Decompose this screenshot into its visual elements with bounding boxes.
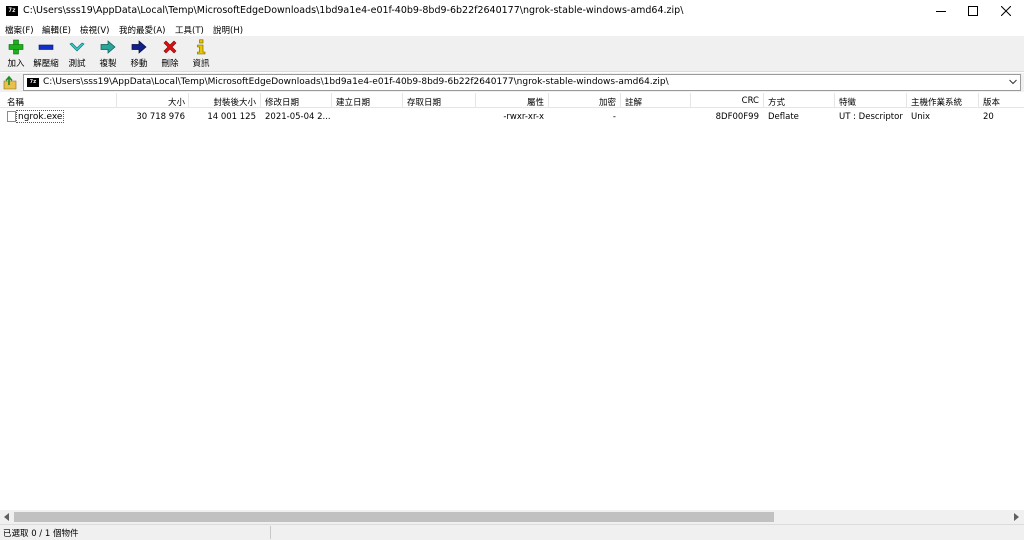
file-characteristics: UT : Descriptor [839,112,903,122]
up-folder-button[interactable] [3,75,19,90]
file-packed-size: 14 001 125 [207,112,256,122]
column-attributes[interactable]: 屬性 [480,96,544,108]
table-row[interactable]: ngrok.exe 30 718 976 14 001 125 2021-05-… [0,109,1024,124]
address-bar: 7z C:\Users\sss19\AppData\Local\Temp\Mic… [0,73,1024,92]
address-path: C:\Users\sss19\AppData\Local\Temp\Micros… [43,77,669,87]
column-divider [834,93,835,108]
file-size: 30 718 976 [136,112,185,122]
column-divider [620,93,621,108]
folder-up-icon [3,75,17,90]
selection-status: 已選取 0 / 1 個物件 [3,529,79,539]
column-created[interactable]: 建立日期 [336,96,370,108]
copy-arrow-icon [100,40,116,54]
column-crc[interactable]: CRC [695,96,759,106]
column-encrypted[interactable]: 加密 [552,96,616,108]
column-divider [548,93,549,108]
add-button[interactable]: 加入 [2,38,30,70]
file-host-os: Unix [911,112,931,122]
window-title: C:\Users\sss19\AppData\Local\Temp\Micros… [23,5,684,16]
archive-icon: 7z [27,78,39,87]
column-divider [331,93,332,108]
horizontal-scrollbar[interactable] [0,510,1024,524]
add-label: 加入 [7,59,25,69]
list-header: 名稱 大小 封裝後大小 修改日期 建立日期 存取日期 屬性 加密 註解 CRC … [0,93,1024,108]
column-comment[interactable]: 註解 [625,96,642,108]
maximize-icon [968,6,978,16]
column-divider [260,93,261,108]
column-packed-size[interactable]: 封裝後大小 [192,96,256,108]
menu-bar: 檔案(F) 編輯(E) 檢視(V) 我的最愛(A) 工具(T) 說明(H) [0,22,1024,36]
move-label: 移動 [130,59,148,69]
file-method: Deflate [768,112,799,122]
column-name[interactable]: 名稱 [7,96,24,108]
maximize-button[interactable] [957,0,989,22]
delete-button[interactable]: 刪除 [156,38,184,70]
delete-x-icon [163,40,177,54]
file-icon [7,111,16,122]
file-encrypted: - [612,112,616,122]
column-size[interactable]: 大小 [120,96,185,108]
column-characteristics[interactable]: 特徵 [839,96,856,108]
minimize-button[interactable] [925,0,957,22]
checkmark-icon [69,42,85,52]
minus-icon [38,44,54,50]
archive-window: 7z C:\Users\sss19\AppData\Local\Temp\Mic… [0,0,1024,540]
file-version: 20 [983,112,994,122]
address-input[interactable]: 7z C:\Users\sss19\AppData\Local\Temp\Mic… [23,74,1021,91]
file-name[interactable]: ngrok.exe [16,110,65,123]
file-list[interactable]: 名稱 大小 封裝後大小 修改日期 建立日期 存取日期 屬性 加密 註解 CRC … [0,93,1024,510]
menu-file[interactable]: 檔案(F) [5,24,34,36]
scroll-right-icon[interactable] [1013,513,1019,521]
column-host-os[interactable]: 主機作業系統 [911,96,962,108]
column-modified[interactable]: 修改日期 [265,96,299,108]
column-accessed[interactable]: 存取日期 [407,96,441,108]
menu-view[interactable]: 檢視(V) [80,24,109,36]
close-button[interactable] [990,0,1022,22]
column-divider [690,93,691,108]
plus-icon [8,39,24,55]
info-button[interactable]: 資訊 [187,38,215,70]
file-attributes: -rwxr-xr-x [503,112,544,122]
move-arrow-icon [131,40,147,54]
scrollbar-thumb[interactable] [14,512,774,522]
menu-help[interactable]: 說明(H) [213,24,243,36]
column-divider [906,93,907,108]
info-icon [197,39,206,55]
file-crc: 8DF00F99 [715,112,759,122]
close-icon [1001,6,1011,16]
column-divider [978,93,979,108]
menu-tools[interactable]: 工具(T) [175,24,204,36]
test-label: 測試 [68,59,86,69]
menu-edit[interactable]: 編輯(E) [42,24,71,36]
column-divider [402,93,403,108]
extract-label: 解壓縮 [33,59,59,69]
column-divider [188,93,189,108]
delete-label: 刪除 [161,59,179,69]
copy-button[interactable]: 複製 [94,38,122,70]
status-divider [270,526,271,539]
column-divider [763,93,764,108]
extract-button[interactable]: 解壓縮 [32,38,60,70]
chevron-down-icon[interactable] [1009,79,1017,85]
scroll-left-icon[interactable] [4,513,10,521]
menu-favorites[interactable]: 我的最愛(A) [119,24,165,36]
column-divider [475,93,476,108]
copy-label: 複製 [99,59,117,69]
title-bar: 7z C:\Users\sss19\AppData\Local\Temp\Mic… [0,0,1024,22]
file-modified: 2021-05-04 2... [265,112,331,122]
info-label: 資訊 [192,59,210,69]
app-icon: 7z [6,6,18,16]
test-button[interactable]: 測試 [63,38,91,70]
column-version[interactable]: 版本 [983,96,1000,108]
column-method[interactable]: 方式 [768,96,785,108]
minimize-icon [936,11,946,12]
toolbar: 加入 解壓縮 測試 複製 移動 刪除 資訊 [0,36,1024,72]
move-button[interactable]: 移動 [125,38,153,70]
status-bar: 已選取 0 / 1 個物件 [0,524,1024,540]
column-divider [116,93,117,108]
